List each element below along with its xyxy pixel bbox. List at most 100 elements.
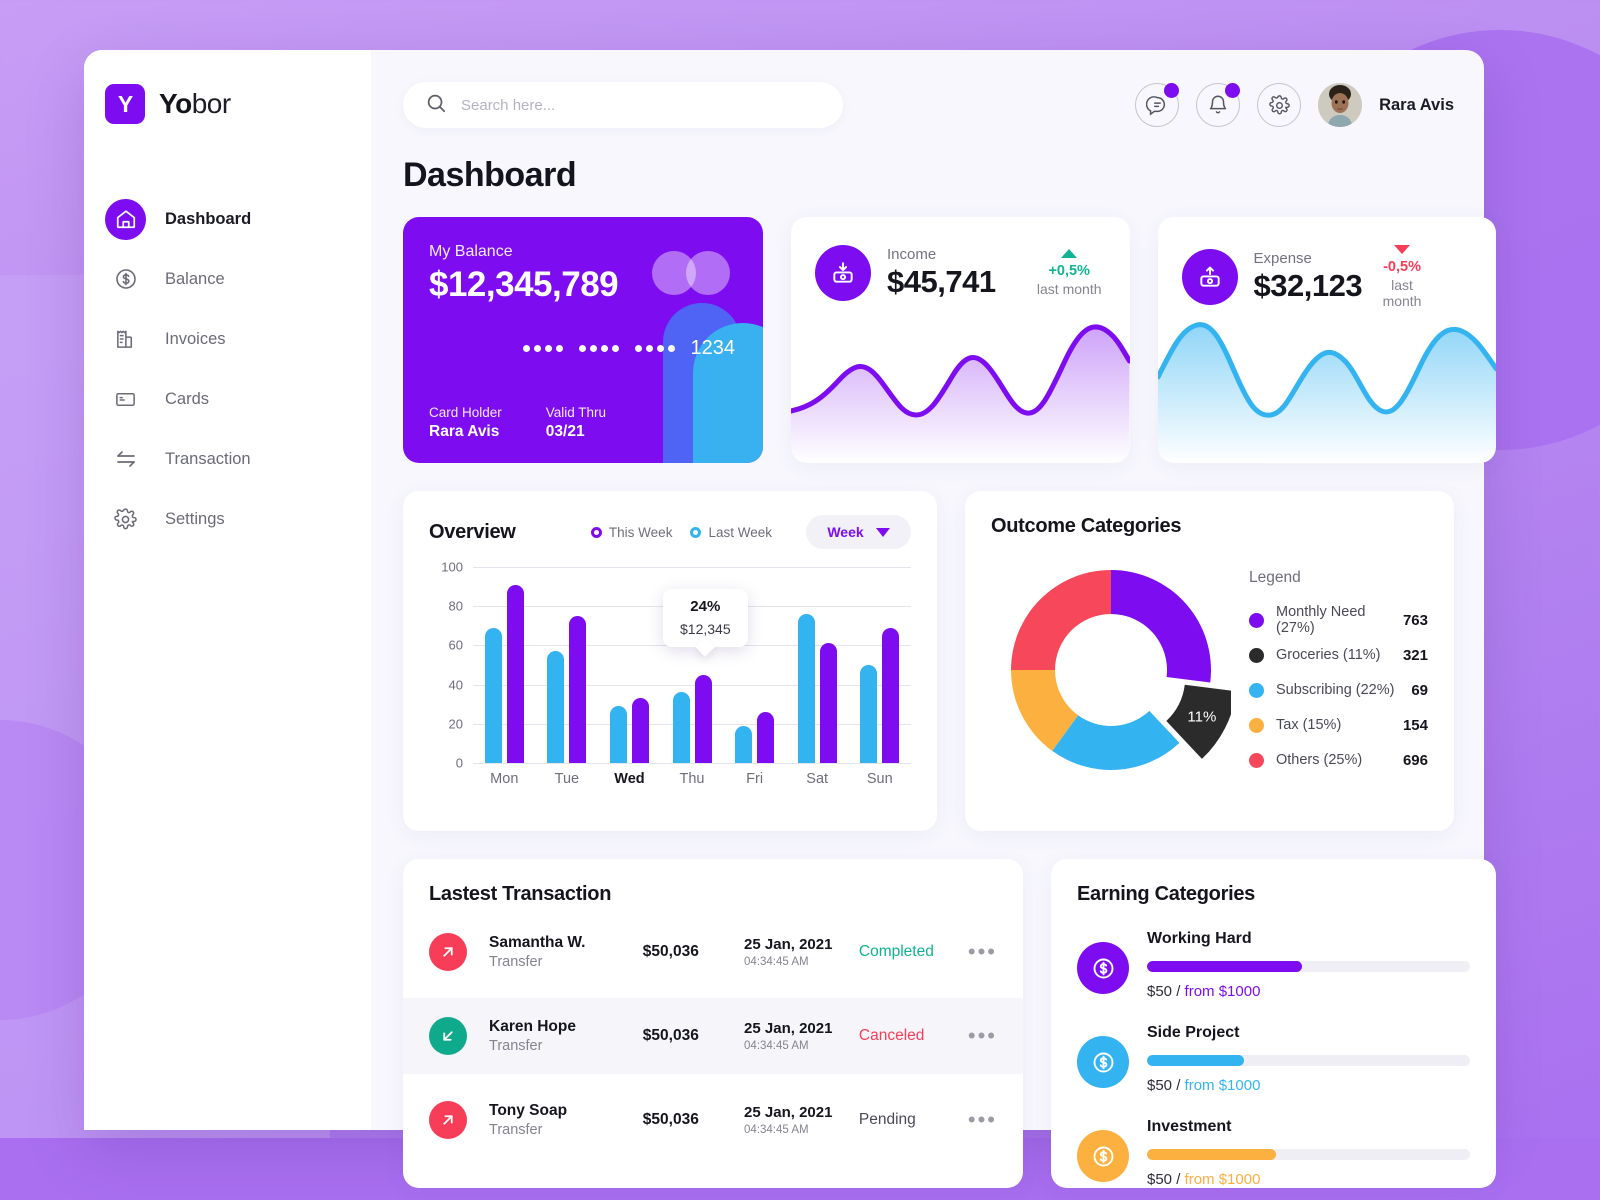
row-actions-button[interactable]: ••• bbox=[968, 1025, 997, 1047]
card-icon bbox=[105, 379, 146, 420]
transaction-date: 25 Jan, 2021 bbox=[744, 936, 833, 953]
earning-goal: from $1000 bbox=[1184, 1077, 1261, 1094]
sidebar-item-cards[interactable]: Cards bbox=[84, 369, 371, 429]
row-actions-button[interactable]: ••• bbox=[968, 1109, 997, 1131]
legend-item[interactable]: Monthly Need (27%) 763 bbox=[1249, 603, 1428, 638]
legend-item-label: Monthly Need (27%) bbox=[1276, 604, 1366, 636]
download-money-icon bbox=[815, 245, 871, 301]
x-tick: Thu bbox=[679, 771, 705, 787]
bar-this-week[interactable] bbox=[569, 616, 587, 763]
earning-title: Earning Categories bbox=[1077, 883, 1255, 905]
list-item[interactable]: Side Project $50 / from $1000 bbox=[1077, 1024, 1470, 1094]
income-text: Income $45,741 bbox=[887, 246, 996, 300]
sidebar-item-label: Transaction bbox=[165, 449, 251, 468]
bell-icon[interactable] bbox=[1196, 83, 1241, 127]
legend-this-week[interactable]: This Week bbox=[590, 525, 672, 540]
list-item[interactable]: Investment $50 / from $1000 bbox=[1077, 1118, 1470, 1188]
period-dropdown[interactable]: Week bbox=[806, 515, 911, 549]
donut-slice-monthly-need[interactable] bbox=[1111, 570, 1211, 683]
gear-icon bbox=[105, 499, 146, 540]
sidebar-item-dashboard[interactable]: Dashboard bbox=[84, 189, 371, 249]
bar-this-week[interactable] bbox=[757, 712, 775, 763]
message-badge bbox=[1164, 83, 1180, 98]
valid-thru-value: 03/21 bbox=[545, 423, 585, 440]
card-footer: Card Holder Rara Avis Valid Thru 03/21 bbox=[429, 405, 606, 441]
sidebar-item-settings[interactable]: Settings bbox=[84, 489, 371, 549]
list-item[interactable]: Working Hard $50 / from $1000 bbox=[1077, 930, 1470, 1000]
income-label: Income bbox=[887, 246, 937, 263]
message-icon[interactable] bbox=[1135, 83, 1180, 127]
table-row[interactable]: Karen Hope Transfer $50,036 25 Jan, 2021 04:… bbox=[403, 998, 1023, 1074]
brand-logo[interactable]: Y Yobor bbox=[84, 74, 371, 134]
bar-this-week[interactable] bbox=[882, 627, 900, 763]
home-icon bbox=[105, 198, 146, 240]
search-input[interactable] bbox=[461, 96, 821, 114]
overview-controls: This Week Last Week Week bbox=[590, 515, 911, 549]
earning-name: Side Project bbox=[1147, 1024, 1240, 1041]
upload-money-icon bbox=[1181, 249, 1238, 305]
page-title: Dashboard bbox=[403, 156, 577, 194]
bar-last-week[interactable] bbox=[860, 665, 878, 763]
trend-down-icon bbox=[1394, 245, 1411, 254]
earning-progress-label: $50 / from $1000 bbox=[1147, 983, 1470, 1000]
brand-name-bold: Yo bbox=[159, 88, 192, 119]
legend-item-value: 154 bbox=[1402, 716, 1428, 734]
card-number: 1234 bbox=[522, 337, 735, 360]
earning-separator: / bbox=[1176, 983, 1181, 1000]
legend-item[interactable]: Tax (15%) 154 bbox=[1249, 708, 1428, 743]
search-bar[interactable] bbox=[403, 82, 843, 128]
bar-group bbox=[536, 567, 599, 763]
arrow-out-icon bbox=[429, 933, 467, 971]
bar-last-week[interactable] bbox=[547, 651, 565, 763]
x-tick: Wed bbox=[614, 771, 645, 787]
earning-progress-label: $50 / from $1000 bbox=[1147, 1171, 1470, 1188]
legend-last-week[interactable]: Last Week bbox=[690, 525, 772, 540]
transaction-datetime: 25 Jan, 2021 04:34:45 AM bbox=[744, 1020, 859, 1052]
dollar-circle-icon bbox=[1077, 1036, 1129, 1088]
table-row[interactable]: Samantha W. Transfer $50,036 25 Jan, 2021 04… bbox=[403, 914, 1023, 990]
legend-dot-blue-icon bbox=[690, 526, 702, 538]
bar-last-week[interactable] bbox=[609, 706, 627, 763]
y-tick: 80 bbox=[448, 598, 463, 614]
transaction-time: 04:34:45 AM bbox=[744, 1040, 809, 1052]
expense-delta: -0,5% last month bbox=[1378, 245, 1472, 309]
income-card: Income $45,741 +0,5% last month bbox=[791, 217, 1130, 463]
earning-separator: / bbox=[1176, 1171, 1181, 1188]
status-badge: Canceled bbox=[858, 1027, 925, 1044]
sidebar-item-transaction[interactable]: Transaction bbox=[84, 429, 371, 489]
sidebar-item-label: Balance bbox=[165, 269, 225, 288]
avatar[interactable] bbox=[1318, 83, 1363, 127]
legend-item[interactable]: Others (25%) 696 bbox=[1249, 743, 1428, 778]
bar-last-week[interactable] bbox=[735, 725, 753, 763]
card-valid-block: Valid Thru 03/21 bbox=[546, 405, 606, 441]
dollar-circle-icon bbox=[1077, 942, 1129, 994]
bar-this-week[interactable] bbox=[506, 584, 524, 763]
row-actions-button[interactable]: ••• bbox=[968, 941, 997, 963]
bar-last-week[interactable] bbox=[484, 627, 502, 763]
y-tick: 40 bbox=[448, 677, 463, 693]
legend-item[interactable]: Subscribing (22%) 69 bbox=[1249, 673, 1428, 708]
brand-mark-icon: Y bbox=[105, 84, 145, 124]
income-value: $45,741 bbox=[887, 264, 996, 299]
bar-this-week[interactable] bbox=[694, 674, 712, 763]
gear-icon[interactable] bbox=[1257, 83, 1302, 127]
earning-body: Investment $50 / from $1000 bbox=[1147, 1118, 1470, 1188]
progress-track bbox=[1147, 1149, 1470, 1160]
sidebar-item-invoices[interactable]: Invoices bbox=[84, 309, 371, 369]
sidebar-item-balance[interactable]: Balance bbox=[84, 249, 371, 309]
earning-progress-label: $50 / from $1000 bbox=[1147, 1077, 1470, 1094]
transaction-name: Samantha W. bbox=[489, 934, 586, 951]
bar-this-week[interactable] bbox=[631, 698, 649, 763]
donut-callout-label: 11% bbox=[1187, 708, 1216, 725]
bar-last-week[interactable] bbox=[672, 692, 690, 763]
period-dropdown-value: Week bbox=[827, 524, 864, 540]
bar-this-week[interactable] bbox=[819, 643, 837, 763]
legend-item-value: 69 bbox=[1411, 681, 1428, 699]
expense-header: Expense $32,123 -0,5% last month bbox=[1181, 245, 1473, 309]
bar-last-week[interactable] bbox=[797, 614, 815, 763]
legend-item[interactable]: Groceries (11%) 321 bbox=[1249, 638, 1428, 673]
donut-slice-others[interactable] bbox=[1011, 570, 1111, 670]
expense-value: $32,123 bbox=[1253, 268, 1363, 303]
summary-cards-row: My Balance $12,345,789 1234 Card Holder … bbox=[403, 217, 1496, 463]
table-row[interactable]: Tony Soap Transfer $50,036 25 Jan, 2021 04:3… bbox=[403, 1082, 1023, 1158]
